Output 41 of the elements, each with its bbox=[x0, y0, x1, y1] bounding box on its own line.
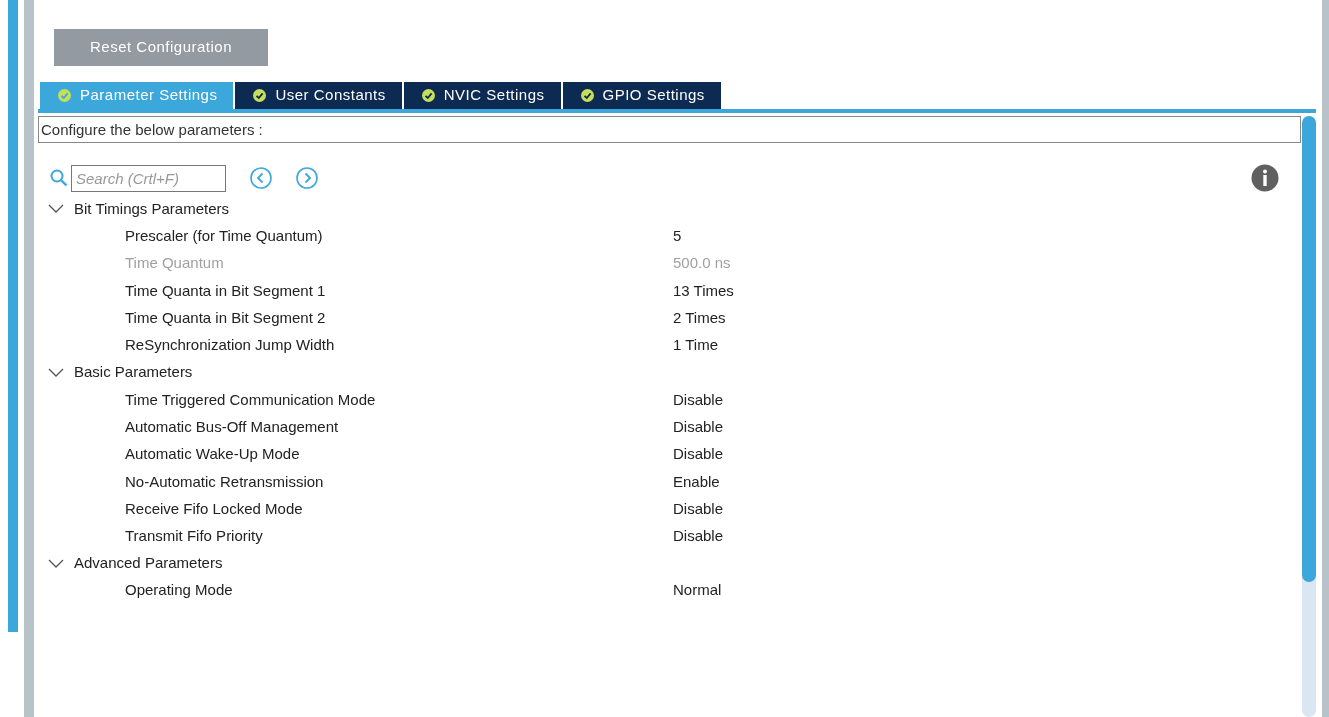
parameter-value[interactable]: Disable bbox=[673, 525, 724, 548]
parameter-name: Time Quanta in Bit Segment 1 bbox=[125, 280, 327, 301]
scrollbar-thumb[interactable] bbox=[1302, 116, 1316, 582]
check-icon bbox=[253, 89, 267, 102]
search-icon bbox=[50, 169, 68, 187]
parameter-name: Time Quantum bbox=[125, 253, 225, 274]
group-title[interactable]: Advanced Parameters bbox=[74, 552, 223, 575]
parameter-value[interactable]: 1 Time bbox=[673, 334, 718, 357]
parameter-value[interactable]: Disable bbox=[673, 415, 724, 439]
parameter-name: Time Quanta in Bit Segment 2 bbox=[125, 308, 327, 329]
check-icon bbox=[421, 89, 435, 102]
parameter-name: Automatic Bus-Off Management bbox=[125, 416, 340, 437]
parameter-name: Operating Mode bbox=[125, 580, 234, 601]
info-icon[interactable] bbox=[1251, 164, 1279, 192]
previous-button[interactable] bbox=[248, 166, 273, 190]
parameter-value[interactable]: Disable bbox=[673, 388, 724, 412]
scrollbar[interactable] bbox=[1302, 116, 1316, 717]
group-title[interactable]: Basic Parameters bbox=[74, 361, 193, 384]
parameter-value[interactable]: Disable bbox=[673, 497, 724, 521]
parameter-name: Transmit Fifo Priority bbox=[125, 526, 264, 547]
parameter-name: Prescaler (for Time Quantum) bbox=[125, 226, 324, 247]
parameter-name: Time Triggered Communication Mode bbox=[125, 389, 377, 410]
check-icon bbox=[580, 89, 594, 102]
parameter-value[interactable]: 13 Times bbox=[673, 279, 734, 303]
parameter-value[interactable]: Enable bbox=[673, 470, 720, 493]
check-icon bbox=[58, 89, 71, 102]
parameter-name: ReSynchronization Jump Width bbox=[125, 335, 336, 356]
parameter-name: No-Automatic Retransmission bbox=[125, 471, 325, 492]
settings-tab[interactable]: NVIC Settings bbox=[403, 82, 561, 109]
description-field: Configure the below parameters : bbox=[38, 116, 1301, 143]
parameter-value[interactable]: 5 bbox=[673, 225, 682, 248]
parameter-value[interactable]: Normal bbox=[673, 579, 722, 602]
parameter-value[interactable]: 2 Times bbox=[673, 307, 726, 330]
parameter-name: Receive Fifo Locked Mode bbox=[125, 498, 304, 519]
group-title[interactable]: Bit Timings Parameters bbox=[74, 198, 230, 221]
parameter-value[interactable]: Disable bbox=[673, 443, 724, 466]
search-field[interactable]: Search (Crtl+F) bbox=[71, 164, 226, 192]
settings-tab[interactable]: GPIO Settings bbox=[562, 82, 721, 109]
next-button[interactable] bbox=[295, 166, 319, 190]
settings-tab[interactable]: User Constants bbox=[235, 82, 402, 109]
parameter-name: Automatic Wake-Up Mode bbox=[125, 444, 301, 465]
